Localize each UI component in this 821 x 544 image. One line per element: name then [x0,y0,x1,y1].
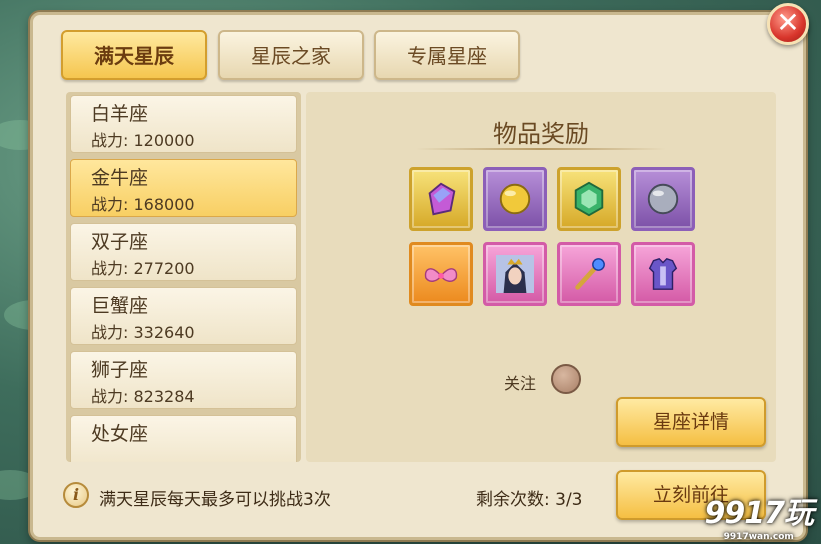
list-item-virgo[interactable]: 处女座 [70,415,297,462]
remaining-label: 剩余次数: [476,490,550,510]
reward-slot[interactable] [483,167,547,231]
reward-slot[interactable] [483,242,547,306]
armor-icon [648,257,678,290]
reward-slot[interactable] [557,167,621,231]
list-item-aries[interactable]: 白羊座 战力: 120000 [70,95,297,153]
reward-panel: 物品奖励 关注 星座详情 [306,92,776,462]
remaining-value: 3/3 [555,490,583,510]
reward-slot[interactable] [631,167,695,231]
remaining-attempts: 剩余次数: 3/3 [476,485,583,510]
silver-orb-icon [647,183,679,215]
reward-title: 物品奖励 [493,120,589,148]
watermark-logo: 9917玩 [704,496,814,531]
constellation-details-button[interactable]: 星座详情 [616,397,766,447]
watermark-url: 9917wan.com [723,532,794,542]
close-icon: ✕ [776,6,800,39]
tab-stars[interactable]: 满天星辰 [61,30,207,80]
magic-staff-icon [575,258,605,290]
constellation-name: 金牛座 [91,167,149,189]
reward-slot[interactable] [409,242,473,306]
constellation-name: 处女座 [91,423,149,445]
reward-slot[interactable] [557,242,621,306]
close-button[interactable]: ✕ [767,3,809,45]
constellation-power: 战力: 332640 [91,323,195,342]
list-item-leo[interactable]: 狮子座 战力: 823284 [70,351,297,409]
title-divider [416,148,666,150]
pink-wings-icon [424,268,458,282]
hero-portrait-icon [496,255,534,293]
list-item-cancer[interactable]: 巨蟹座 战力: 332640 [70,287,297,345]
crystal-gem-icon [428,182,456,216]
constellation-name: 双子座 [91,231,149,253]
follow-label: 关注 [504,374,537,393]
constellation-name: 巨蟹座 [91,295,149,317]
constellation-panel: ✕ 满天星辰 星辰之家 专属星座 白羊座 战力: 120000 金牛座 战力: … [30,3,809,540]
constellation-power: 战力: 823284 [91,387,195,406]
tab-exclusive-constellation[interactable]: 专属星座 [374,30,520,80]
constellation-name: 白羊座 [91,103,149,125]
list-item-taurus[interactable]: 金牛座 战力: 168000 [70,159,297,217]
constellation-name: 狮子座 [91,359,149,381]
info-icon: i [63,482,89,508]
reward-slot[interactable] [631,242,695,306]
list-item-gemini[interactable]: 双子座 战力: 277200 [70,223,297,281]
reward-slot[interactable] [409,167,473,231]
follow-checkbox[interactable] [551,364,581,394]
gold-orb-icon [499,183,531,215]
constellation-power: 战力: 277200 [91,259,195,278]
tab-star-home[interactable]: 星辰之家 [218,30,364,80]
constellation-list[interactable]: 白羊座 战力: 120000 金牛座 战力: 168000 双子座 战力: 27… [66,92,301,462]
constellation-power: 战力: 120000 [91,131,195,150]
site-watermark: 9917玩 9917wan.com [705,488,814,542]
constellation-power: 战力: 168000 [91,195,195,214]
challenge-info-text: 满天星辰每天最多可以挑战3次 [99,490,331,510]
green-emerald-icon [574,181,604,217]
